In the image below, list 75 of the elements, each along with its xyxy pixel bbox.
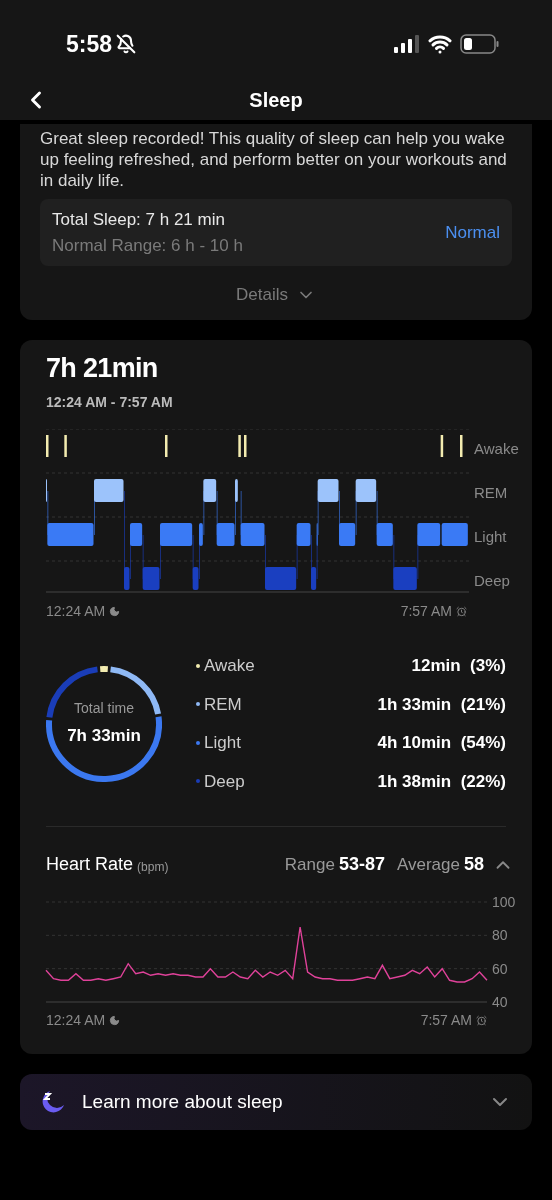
- legend-label: Deep: [204, 770, 245, 793]
- stage-block: [339, 523, 356, 546]
- awake-mark: [244, 435, 247, 457]
- stage-block: [240, 523, 265, 546]
- axis-label: 60: [492, 961, 508, 976]
- average-value: 58: [463, 853, 484, 876]
- awake-mark: [64, 435, 67, 457]
- battery-icon: [460, 34, 500, 54]
- signal-icon: [394, 35, 420, 53]
- time-label: 7:57 AM: [400, 602, 452, 621]
- time-label: 12:24 AM: [46, 1011, 106, 1030]
- range-value: 53-87: [338, 853, 385, 876]
- page-title: Sleep: [249, 88, 303, 113]
- awake-mark: [460, 435, 463, 457]
- stage-block: [235, 479, 238, 502]
- stage-block: [393, 567, 417, 590]
- axis-label: 40: [492, 995, 508, 1009]
- stage-block: [160, 523, 193, 546]
- stage-label: Awake: [474, 439, 519, 459]
- stage-block: [130, 523, 143, 546]
- summary-message: Great sleep recorded! This quality of sleep can help you wake up feeling refreshed, and perform better on your workouts and in daily life.: [40, 128, 508, 191]
- status-label: Normal: [445, 221, 500, 244]
- details-button[interactable]: Details: [236, 282, 316, 308]
- stage-block: [216, 523, 235, 546]
- learn-more-button[interactable]: Learn more about sleep: [20, 1074, 532, 1130]
- awake-mark: [165, 435, 168, 457]
- normal-range: Normal Range: 6 h - 10 h: [52, 234, 243, 257]
- stage-block: [203, 479, 217, 502]
- awake-mark: [46, 435, 49, 457]
- stage-label: REM: [474, 483, 508, 503]
- range-label: Range: [284, 853, 335, 876]
- stage-block: [296, 523, 311, 546]
- unit-label: (bpm): [137, 858, 169, 876]
- stage-label: Light: [474, 527, 507, 547]
- axis-label: 100: [492, 895, 516, 909]
- moon-z-icon: [40, 1089, 66, 1115]
- total-time-value: 7h 33min: [67, 725, 141, 748]
- legend-label: Awake: [204, 655, 255, 677]
- time-label: 12:24 AM: [46, 602, 106, 621]
- status-time: 5:58: [66, 29, 113, 59]
- alarm-clock-icon: [476, 1015, 487, 1026]
- legend-value: 1h 33min (21%): [377, 693, 506, 716]
- stage-block: [142, 567, 160, 590]
- axis-label: 80: [492, 928, 508, 943]
- stage-block: [265, 567, 297, 590]
- time-label: 7:57 AM: [420, 1011, 472, 1030]
- moon-icon: [109, 606, 121, 617]
- stage-block: [317, 479, 339, 502]
- sleep-period: 12:24 AM - 7:57 AM: [46, 393, 174, 412]
- stage-block: [441, 523, 468, 546]
- stage-label: Deep: [474, 571, 510, 591]
- total-time-label: Total time: [74, 699, 134, 719]
- awake-mark: [440, 435, 444, 457]
- heart-rate-title: Heart Rate: [46, 853, 134, 876]
- average-label: Average: [396, 853, 460, 876]
- stage-block: [376, 523, 393, 546]
- stage-block: [124, 567, 130, 590]
- legend-value: 4h 10min (54%): [377, 732, 506, 754]
- stage-block: [417, 523, 441, 546]
- moon-icon: [109, 1015, 121, 1026]
- legend-value: 1h 38min (22%): [377, 770, 506, 793]
- stage-block: [47, 523, 94, 546]
- legend-label: Light: [204, 732, 241, 754]
- awake-mark: [238, 435, 241, 457]
- stage-block: [199, 523, 203, 546]
- sleep-duration: 7h 21min: [46, 351, 159, 385]
- stage-block: [311, 567, 317, 590]
- bell-off-icon: [116, 34, 137, 54]
- legend-value: 12min (3%): [411, 655, 506, 677]
- stage-block: [94, 479, 124, 502]
- alarm-clock-icon: [456, 606, 467, 617]
- stage-block: [355, 479, 377, 502]
- legend-label: REM: [204, 693, 242, 716]
- total-sleep: Total Sleep: 7 h 21 min: [52, 209, 226, 231]
- stage-block: [192, 567, 199, 590]
